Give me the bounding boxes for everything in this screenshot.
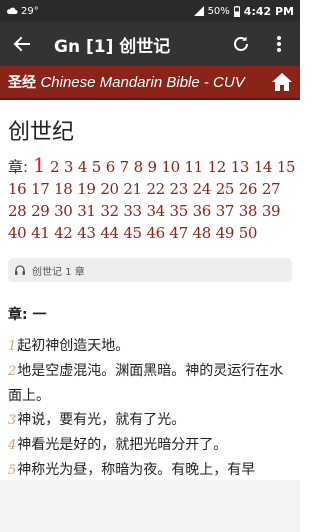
signal-icon [193,6,204,16]
verse-list: 1起初神创造天地。 2地是空虚混沌。渊面黑暗。神的灵运行在水面上。 3神说，要有光，… [8,334,292,480]
chapter-link[interactable]: 24 [193,180,212,198]
chapter-link[interactable]: 5 [92,158,102,176]
chapter-link[interactable]: 4 [78,158,88,176]
chapter-link[interactable]: 45 [123,224,142,242]
reader-content: 创世纪 章: 1 2 3 4 5 6 7 8 9 10 11 12 13 14 … [0,100,300,480]
verse-text: 神称光为昼，称暗为夜。有晚上，有早 [17,462,256,478]
chapter-link[interactable]: 2 [50,158,60,176]
chapter-link[interactable]: 10 [161,158,180,176]
chapter-link[interactable]: 35 [170,202,189,220]
chapter-link[interactable]: 46 [146,224,165,242]
temperature-text: 29° [21,5,39,17]
chapter-link[interactable]: 30 [54,202,73,220]
chapter-link[interactable]: 38 [239,202,258,220]
bible-banner: 圣经 Chinese Mandarin Bible - CUV [0,66,300,100]
chapter-selector: 章: 1 2 3 4 5 6 7 8 9 10 11 12 13 14 15 1… [8,154,298,244]
chapter-link[interactable]: 29 [31,202,50,220]
refresh-icon [234,36,248,51]
chapter-link[interactable]: 22 [146,180,165,198]
chapter-link[interactable]: 14 [254,158,273,176]
cloud-icon [7,7,18,14]
chapter-link[interactable]: 20 [100,180,119,198]
chapter-link[interactable]: 7 [120,158,130,176]
chapter-link[interactable]: 33 [123,202,142,220]
book-title: 创世纪 [8,120,75,145]
verse-number: 1 [8,339,17,354]
chapter-link[interactable]: 49 [216,224,235,242]
back-arrow-icon [13,36,30,52]
chapter-link[interactable]: 15 [277,158,296,176]
verse-text: 地是空虚混沌。渊面黑暗。神的灵运行在水面上。 [8,363,284,404]
verse-item: 2地是空虚混沌。渊面黑暗。神的灵运行在水面上。 [8,359,292,408]
chapter-link[interactable]: 27 [262,180,281,198]
chapter-link[interactable]: 47 [170,224,189,242]
status-bar: 29° 50% 4:42 PM [0,0,300,22]
chapter-link[interactable]: 21 [123,180,142,198]
verse-number: 5 [8,463,17,478]
verse-number: 2 [8,364,17,379]
clock-time: 4:42 PM [243,4,294,18]
chapter-link[interactable]: 31 [77,202,96,220]
verse-item: 3神说，要有光，就有了光。 [8,408,292,433]
verse-text: 神看光是好的，就把光暗分开了。 [17,437,228,453]
chapter-link[interactable]: 32 [100,202,119,220]
status-right: 50% 4:42 PM [193,4,294,18]
chapter-link[interactable]: 9 [148,158,158,176]
chapter-link[interactable]: 26 [239,180,258,198]
chapter-link[interactable]: 13 [231,158,250,176]
chapter-link[interactable]: 37 [216,202,235,220]
verse-text: 神说，要有光，就有了光。 [17,412,186,428]
home-button[interactable] [264,65,300,99]
more-vert-icon [277,36,281,52]
chapter-link[interactable]: 8 [134,158,144,176]
chapter-link[interactable]: 41 [31,224,50,242]
chapter-link[interactable]: 40 [8,224,27,242]
chapter-heading: 章: 一 [8,307,47,323]
verse-number: 4 [8,438,17,453]
chapter-link[interactable]: 12 [208,158,227,176]
verse-number: 3 [8,413,17,428]
chapter-link[interactable]: 11 [185,158,204,176]
chapter-link[interactable]: 17 [31,180,50,198]
chapter-link[interactable]: 48 [193,224,212,242]
bottom-area [0,480,300,532]
chapter-link[interactable]: 42 [54,224,73,242]
chapter-link-current[interactable]: 1 [33,153,46,177]
chapter-link[interactable]: 39 [262,202,281,220]
battery-percent: 50% [207,5,230,17]
chapter-link[interactable]: 23 [170,180,189,198]
bible-version-title: 圣经 Chinese Mandarin Bible - CUV [8,72,245,92]
headphones-icon [15,265,25,275]
chapter-link[interactable]: 36 [193,202,212,220]
app-title: Gn [1] 创世记 [54,36,171,57]
chapter-link[interactable]: 44 [100,224,119,242]
home-icon [272,73,292,91]
chapter-link[interactable]: 19 [77,180,96,198]
bible-cn-label: 圣经 [8,75,36,91]
app-actions [226,22,300,66]
app-bar: Gn [1] 创世记 [0,22,300,66]
chapter-link[interactable]: 3 [64,158,74,176]
chapter-link[interactable]: 18 [54,180,73,198]
refresh-button[interactable] [226,22,256,66]
verse-item: 5神称光为昼，称暗为夜。有晚上，有早 [8,458,292,480]
audio-player-button[interactable]: 创世记 1 章 [8,258,292,282]
back-button[interactable] [0,22,44,66]
chapter-link[interactable]: 34 [146,202,165,220]
status-left: 29° [6,6,39,17]
chapter-label: 章: [8,158,29,176]
chapter-link[interactable]: 6 [106,158,116,176]
verse-item: 4神看光是好的，就把光暗分开了。 [8,433,292,458]
verse-item: 1起初神创造天地。 [8,334,292,359]
battery-icon [233,5,240,17]
overflow-menu-button[interactable] [264,22,294,66]
chapter-link[interactable]: 50 [239,224,258,242]
chapter-link[interactable]: 28 [8,202,27,220]
chapter-link[interactable]: 25 [216,180,235,198]
audio-label: 创世记 1 章 [32,266,85,278]
bible-en-label: Chinese Mandarin Bible - CUV [40,74,245,91]
verse-text: 起初神创造天地。 [17,338,130,354]
chapter-link[interactable]: 43 [77,224,96,242]
chapter-link[interactable]: 16 [8,180,27,198]
